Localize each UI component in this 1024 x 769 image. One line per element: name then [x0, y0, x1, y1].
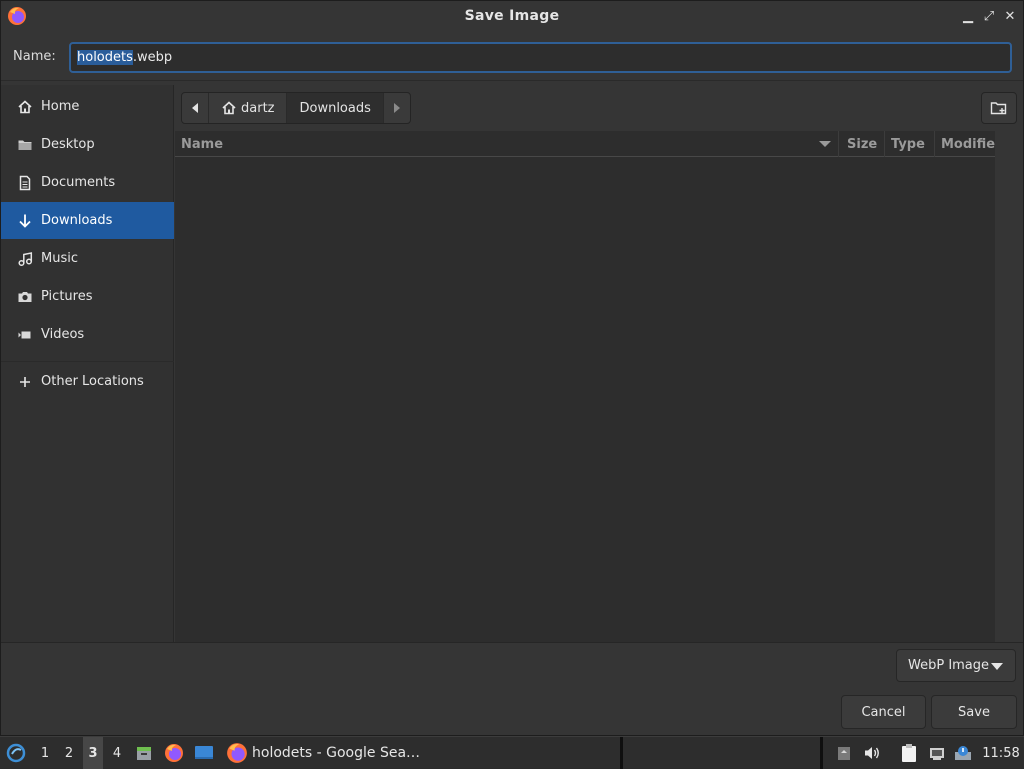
name-label: Name:: [13, 49, 56, 64]
column-headers: Name Size Type Modifie: [175, 131, 995, 157]
sidebar-item-label: Other Locations: [41, 374, 144, 389]
places-sidebar: Home Desktop Documents Downloads Music P…: [1, 85, 174, 642]
workspace-3[interactable]: 3: [83, 737, 103, 769]
column-header-type[interactable]: Type: [885, 131, 935, 157]
cancel-button[interactable]: Cancel: [841, 695, 926, 729]
column-header-name[interactable]: Name: [175, 131, 839, 157]
file-manager-launcher[interactable]: [133, 737, 155, 769]
path-segment-home[interactable]: dartz: [209, 93, 288, 123]
firefox-launcher[interactable]: [162, 737, 186, 769]
path-segment-downloads[interactable]: Downloads: [287, 93, 384, 123]
column-header-size[interactable]: Size: [841, 131, 885, 157]
file-type-selected: WebP Image: [908, 658, 990, 673]
music-icon: [17, 251, 33, 267]
document-icon: [17, 175, 33, 191]
clipboard-icon: [902, 744, 916, 762]
column-label: Size: [847, 136, 878, 152]
desktop-icon: [195, 746, 213, 759]
sidebar-item-other-locations[interactable]: Other Locations: [1, 363, 174, 400]
firefox-icon: [227, 743, 247, 763]
save-button[interactable]: Save: [931, 695, 1017, 729]
sidebar-item-label: Home: [41, 99, 80, 114]
path-back-button[interactable]: [182, 93, 209, 123]
camera-icon: [17, 289, 33, 305]
path-segment-label: dartz: [241, 100, 275, 116]
lxqt-logo-icon: [6, 743, 26, 763]
sort-descending-icon: [819, 141, 831, 147]
sidebar-item-label: Pictures: [41, 289, 93, 304]
sidebar-item-music[interactable]: Music: [1, 240, 174, 277]
path-forward-button[interactable]: [384, 93, 410, 123]
file-type-dropdown[interactable]: WebP Image: [896, 649, 1016, 682]
sidebar-separator: [1, 361, 174, 362]
sidebar-item-documents[interactable]: Documents: [1, 164, 174, 201]
title-bar[interactable]: Save Image ▁ ⤢ ✕: [1, 1, 1023, 31]
sidebar-item-label: Downloads: [41, 213, 113, 228]
file-list[interactable]: Name Size Type Modifie: [175, 131, 995, 642]
taskbar-window-title: holodets - Google Sea…: [252, 745, 421, 761]
list-scroll-area: [995, 131, 1023, 642]
workspace-4[interactable]: 4: [107, 737, 127, 769]
show-desktop-launcher[interactable]: [192, 737, 216, 769]
new-folder-icon: [990, 102, 1007, 115]
taskbar-divider: [820, 737, 823, 769]
column-header-modified[interactable]: Modifie: [935, 131, 995, 157]
clock[interactable]: 11:58: [978, 737, 1024, 769]
network-icon: [930, 748, 944, 760]
tray-network[interactable]: [925, 737, 949, 769]
volume-icon: [865, 747, 879, 759]
minimize-icon[interactable]: ▁: [959, 7, 977, 25]
plus-icon: [17, 374, 33, 390]
sidebar-item-downloads[interactable]: Downloads: [1, 202, 174, 239]
package-icon: [838, 747, 850, 760]
workspace-1[interactable]: 1: [35, 737, 55, 769]
firefox-icon: [8, 7, 26, 25]
filename-selected-text: holodets: [77, 50, 133, 65]
save-image-dialog: Save Image ▁ ⤢ ✕ Name: holodets .webp Hom…: [0, 0, 1024, 736]
start-menu-button[interactable]: [2, 737, 30, 769]
tray-clipboard[interactable]: [897, 737, 921, 769]
tray-volume[interactable]: [861, 737, 883, 769]
sidebar-item-label: Desktop: [41, 137, 95, 152]
sidebar-item-label: Videos: [41, 327, 85, 342]
download-icon: [17, 213, 33, 229]
sidebar-item-label: Music: [41, 251, 78, 266]
dropdown-arrow-icon: [991, 663, 1003, 670]
maximize-icon[interactable]: ⤢: [980, 7, 998, 25]
window-title: Save Image: [464, 8, 560, 24]
sidebar-item-desktop[interactable]: Desktop: [1, 126, 174, 163]
filename-input[interactable]: holodets .webp: [69, 42, 1012, 73]
file-manager-icon: [137, 747, 151, 760]
sidebar-item-home[interactable]: Home: [1, 88, 174, 125]
column-label: Type: [891, 136, 925, 152]
video-icon: [17, 327, 33, 343]
taskbar-window-firefox[interactable]: holodets - Google Sea…: [222, 737, 617, 769]
column-label: Modifie: [941, 136, 995, 152]
taskbar: 1 2 3 4 holodets - Google Sea… 11:58: [0, 736, 1024, 769]
chevron-left-icon: [192, 103, 198, 113]
filename-extension-text: .webp: [132, 50, 173, 65]
close-icon[interactable]: ✕: [1001, 7, 1019, 25]
folder-icon: [17, 137, 33, 153]
home-icon: [17, 99, 33, 115]
sidebar-item-pictures[interactable]: Pictures: [1, 278, 174, 315]
taskbar-divider: [620, 737, 623, 769]
tray-updates[interactable]: [834, 737, 854, 769]
info-icon: [955, 746, 971, 760]
tray-notifications[interactable]: [951, 737, 975, 769]
sidebar-item-videos[interactable]: Videos: [1, 316, 174, 353]
workspace-2[interactable]: 2: [59, 737, 79, 769]
firefox-icon: [165, 744, 183, 762]
sidebar-item-label: Documents: [41, 175, 116, 190]
bottom-separator: [1, 642, 1023, 643]
column-label: Name: [181, 136, 224, 152]
chevron-right-icon: [393, 103, 400, 113]
home-icon: [222, 101, 236, 115]
path-bar: dartz Downloads: [181, 92, 411, 124]
path-segment-label: Downloads: [299, 100, 371, 116]
new-folder-button[interactable]: [981, 92, 1017, 124]
name-row: Name: holodets .webp: [1, 33, 1023, 81]
